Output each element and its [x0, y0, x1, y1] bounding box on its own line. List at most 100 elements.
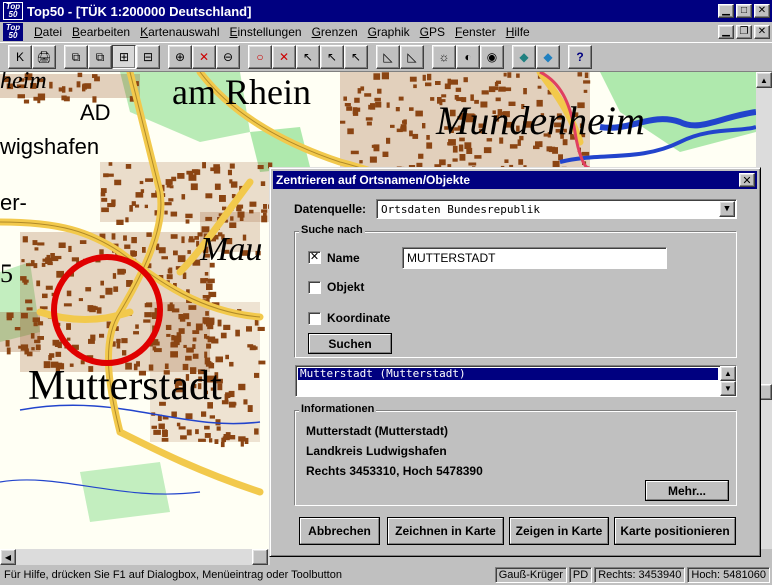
abbrechen-button[interactable]: Abbrechen: [299, 517, 380, 545]
map-zoom-in-icon: ⊞: [118, 50, 130, 64]
circle-delete-icon: ✕: [278, 50, 290, 64]
suchen-button[interactable]: Suchen: [308, 333, 392, 354]
map-label-5: 5: [0, 259, 13, 288]
datenquelle-value: Ortsdaten Bundesrepublik: [381, 202, 540, 216]
tool-circle-button[interactable]: ○: [248, 45, 272, 69]
tool-contrast-button[interactable]: ◐: [456, 45, 480, 69]
tool-pointer-xy-button[interactable]: ↖: [320, 45, 344, 69]
info-line-1: Mutterstadt (Mutterstadt): [306, 424, 448, 438]
arrow-up-icon: ▲: [760, 75, 768, 85]
mehr-button[interactable]: Mehr...: [645, 480, 729, 501]
map-label-mutterstadt: Mutterstadt: [28, 363, 222, 409]
name-input[interactable]: MUTTERSTADT: [402, 247, 667, 269]
triangle-ruler-area-icon: ◺: [407, 50, 417, 64]
tool-target-button[interactable]: ◉: [480, 45, 504, 69]
tool-gps-track-button[interactable]: ◆: [536, 45, 560, 69]
windows-icon: ⧉: [95, 49, 105, 64]
mdi-restore-button[interactable]: ❐: [736, 25, 752, 39]
mdi-minimize-button[interactable]: ▁: [718, 25, 734, 39]
tool-zoom-map-out-button[interactable]: ⊟: [136, 45, 160, 69]
scroll-up-button[interactable]: ▲: [756, 72, 772, 88]
map-horizontal-scrollbar[interactable]: ◀: [0, 549, 270, 565]
printer-icon: 🖨: [36, 50, 52, 64]
dialog-title-bar: Zentrieren auf Ortsnamen/Objekte ✕: [273, 171, 757, 189]
gps-icon: ◆: [519, 50, 529, 64]
menu-datei[interactable]: Datei: [29, 25, 67, 39]
contrast-icon: ◐: [464, 50, 472, 64]
status-bar: Für Hilfe, drücken Sie F1 auf Dialogbox,…: [0, 565, 772, 585]
tool-circle-delete-button[interactable]: ✕: [272, 45, 296, 69]
koordinate-label: Koordinate: [327, 311, 391, 325]
tool-print-button[interactable]: 🖨: [32, 45, 56, 69]
menu-fenster[interactable]: Fenster: [450, 25, 501, 39]
dropdown-button[interactable]: ▼: [719, 201, 735, 217]
zeichnen-in-karte-button[interactable]: Zeichnen in Karte: [387, 517, 504, 545]
menu-einstellungen[interactable]: Einstellungen: [225, 25, 307, 39]
list-scroll-up[interactable]: ▲: [720, 366, 736, 381]
minimize-button[interactable]: ▁: [718, 4, 734, 18]
tool-zoom-out-button[interactable]: ⊖: [216, 45, 240, 69]
tool-zoom-map-in-button[interactable]: ⊞: [112, 45, 136, 69]
info-line-2: Landkreis Ludwigshafen: [306, 444, 447, 458]
search-group-title: Suche nach: [299, 224, 365, 236]
close-icon: ✕: [742, 174, 752, 187]
name-checkbox[interactable]: ✕: [308, 251, 321, 264]
tool-pointer-abc-button[interactable]: ↖: [344, 45, 368, 69]
close-button[interactable]: ✕: [754, 4, 770, 18]
scroll-h-thumb[interactable]: [252, 549, 268, 565]
arrow-down-icon: ▼: [724, 384, 732, 393]
tool-zoom-in-button[interactable]: ⊕: [168, 45, 192, 69]
dialog-close-button[interactable]: ✕: [739, 173, 755, 187]
mdi-close-button[interactable]: ✕: [754, 25, 770, 39]
tool-window-b-button[interactable]: ⧉: [88, 45, 112, 69]
objekt-checkbox[interactable]: [308, 281, 321, 294]
gps-track-icon: ◆: [543, 50, 553, 64]
info-line-3: Rechts 3453310, Hoch 5478390: [306, 464, 483, 478]
tool-new-button[interactable]: K: [8, 45, 32, 69]
karte-positionieren-button[interactable]: Karte positionieren: [614, 517, 736, 545]
status-projection: Gauß-Krüger: [494, 567, 567, 583]
koordinate-checkbox[interactable]: [308, 312, 321, 325]
result-list-item[interactable]: Mutterstadt (Mutterstadt): [298, 368, 718, 380]
result-scrollbar[interactable]: ▲ ▼: [720, 366, 736, 396]
scroll-left-button[interactable]: ◀: [0, 549, 16, 565]
window-title: Top50 - [TÜK 1:200000 Deutschland]: [27, 3, 252, 19]
chevron-down-icon: ▼: [724, 204, 730, 214]
menu-bearbeiten[interactable]: Bearbeiten: [67, 25, 135, 39]
list-scroll-down[interactable]: ▼: [720, 381, 736, 396]
tool-gps-button[interactable]: ◆: [512, 45, 536, 69]
restore-icon: ❐: [739, 26, 749, 37]
menu-graphik[interactable]: Graphik: [363, 25, 415, 39]
datenquelle-select[interactable]: Ortsdaten Bundesrepublik ▼: [376, 199, 737, 219]
map-label-wigshafen: wigshafen: [0, 134, 99, 159]
tool-measure-area-button[interactable]: ◺: [400, 45, 424, 69]
tool-help-button[interactable]: ?: [568, 45, 592, 69]
tool-window-a-button[interactable]: ⧉: [64, 45, 88, 69]
status-hoch: Hoch: 5481060: [687, 567, 770, 583]
result-listbox[interactable]: Mutterstadt (Mutterstadt) ▲ ▼: [295, 365, 737, 397]
title-bar: Top 50 Top50 - [TÜK 1:200000 Deutschland…: [0, 0, 772, 22]
menu-gps[interactable]: GPS: [415, 25, 450, 39]
zeigen-in-karte-button[interactable]: Zeigen in Karte: [509, 517, 609, 545]
triangle-ruler-icon: ◺: [383, 50, 393, 64]
toolbar: K 🖨 ⧉ ⧉ ⊞ ⊟ ⊕ ✕ ⊖ ○ ✕ ↖ ↖ ↖ ◺ ◺ ☼ ◐ ◉ ◆ …: [0, 42, 772, 72]
map-label-heim: heim: [0, 72, 47, 94]
arrow-left-icon: ◀: [4, 552, 12, 562]
circle-icon: ○: [256, 50, 264, 64]
info-group-title: Informationen: [299, 403, 377, 415]
pointer-xy-icon: ↖: [326, 50, 338, 64]
tool-pointer-button[interactable]: ↖: [296, 45, 320, 69]
document-icon[interactable]: Top 50: [3, 23, 23, 41]
center-on-place-dialog: Zentrieren auf Ortsnamen/Objekte ✕ Daten…: [269, 167, 761, 557]
tool-brightness-button[interactable]: ☼: [432, 45, 456, 69]
app-icon[interactable]: Top 50: [3, 2, 23, 20]
tool-zoom-cancel-button[interactable]: ✕: [192, 45, 216, 69]
maximize-button[interactable]: □: [736, 4, 752, 18]
menu-kartenauswahl[interactable]: Kartenauswahl: [135, 25, 224, 39]
menu-grenzen[interactable]: Grenzen: [307, 25, 363, 39]
tool-measure-button[interactable]: ◺: [376, 45, 400, 69]
minimize-icon: ▁: [722, 5, 730, 16]
close-icon: ✕: [757, 5, 767, 16]
status-rechts: Rechts: 3453940: [594, 567, 686, 583]
menu-hilfe[interactable]: Hilfe: [501, 25, 535, 39]
